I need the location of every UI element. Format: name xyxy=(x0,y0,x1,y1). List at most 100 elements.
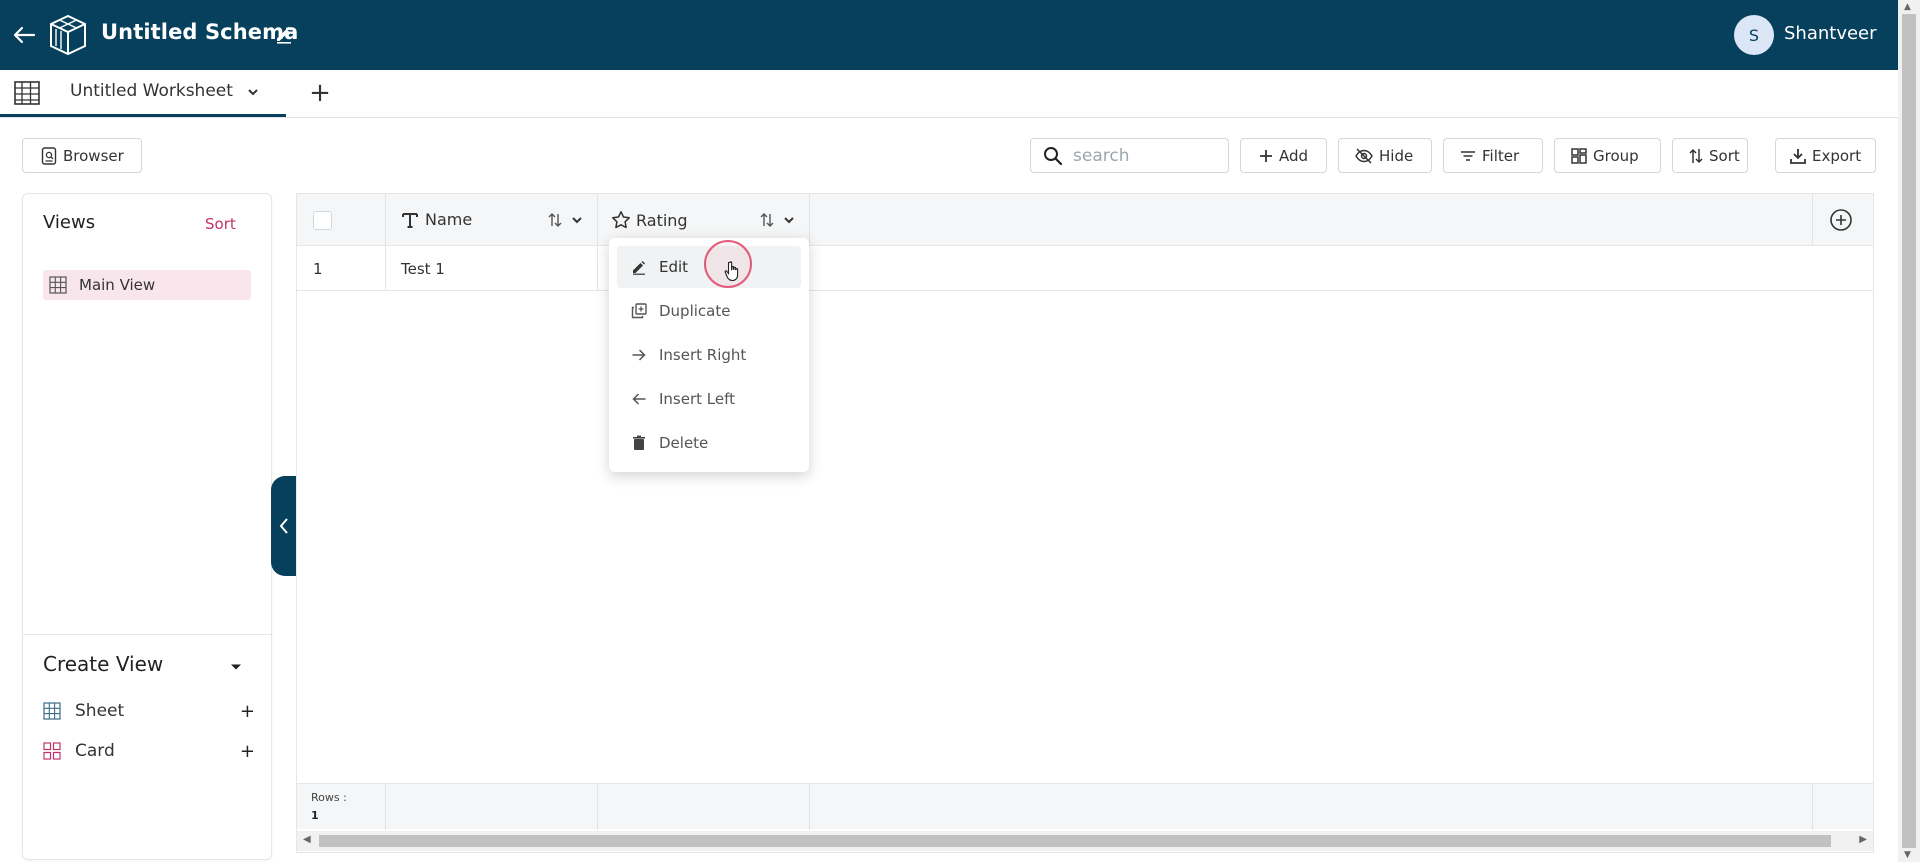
rows-count-label: Rows : xyxy=(311,791,347,804)
create-sheet-label: Sheet xyxy=(75,701,125,721)
browser-button-label: Browser xyxy=(63,146,124,165)
browser-button[interactable]: Browser xyxy=(22,138,142,173)
menu-item-insert-right[interactable]: Insert Right xyxy=(617,334,801,376)
arrow-left-icon xyxy=(632,393,646,405)
sort-arrows-icon xyxy=(1689,148,1703,163)
menu-item-duplicate[interactable]: Duplicate xyxy=(617,290,801,332)
add-button[interactable]: Add xyxy=(1240,138,1327,173)
user-name[interactable]: Shantveer xyxy=(1784,23,1877,44)
sort-button[interactable]: Sort xyxy=(1672,138,1748,173)
add-button-label: Add xyxy=(1279,146,1309,165)
column-header-name[interactable]: Name xyxy=(401,210,472,229)
worksheet-tab-label: Untitled Worksheet xyxy=(70,81,233,101)
menu-item-delete[interactable]: Delete xyxy=(617,422,801,464)
menu-item-edit[interactable]: Edit xyxy=(617,246,801,288)
view-item-label: Main View xyxy=(79,276,156,294)
schema-cube-logo-icon xyxy=(47,13,89,57)
arrow-right-icon xyxy=(632,349,646,361)
column-context-menu: Edit Duplicate Insert Right Insert Left … xyxy=(609,238,809,472)
rating-chevron-down-icon[interactable] xyxy=(782,213,796,227)
views-title: Views xyxy=(43,212,96,233)
collapse-panel-handle[interactable] xyxy=(271,476,297,576)
worksheet-tab[interactable]: Untitled Worksheet xyxy=(0,70,286,117)
views-divider xyxy=(23,634,271,635)
column-name-label: Name xyxy=(425,210,473,229)
column-divider xyxy=(1812,194,1813,246)
column-rating-label: Rating xyxy=(636,210,688,230)
menu-item-label: Duplicate xyxy=(659,302,731,320)
create-sheet-view[interactable]: Sheet + xyxy=(43,696,255,726)
back-arrow-icon[interactable] xyxy=(8,19,40,51)
rating-sort-arrows-icon[interactable] xyxy=(759,212,775,228)
grid-footer: Rows : 1 xyxy=(297,783,1873,830)
scrollbar-thumb[interactable] xyxy=(1902,14,1916,848)
menu-item-label: Insert Left xyxy=(659,390,736,408)
column-header-rating[interactable]: Rating xyxy=(611,210,688,230)
scroll-down-icon[interactable]: ▼ xyxy=(1904,850,1911,860)
menu-item-label: Delete xyxy=(659,434,709,452)
worksheet-tab-bar: Untitled Worksheet + xyxy=(0,70,1898,118)
add-worksheet-plus-icon[interactable]: + xyxy=(308,78,332,110)
footer-divider xyxy=(1812,784,1813,830)
page-vertical-scrollbar[interactable]: ▲ ▼ xyxy=(1898,0,1920,862)
filter-lines-icon xyxy=(1461,150,1475,161)
eye-off-icon xyxy=(1355,147,1373,164)
create-view-chevron-down-icon[interactable] xyxy=(229,659,243,673)
cards-icon xyxy=(43,742,61,760)
download-icon xyxy=(1790,148,1806,164)
create-card-view[interactable]: Card + xyxy=(43,736,255,766)
sort-button-label: Sort xyxy=(1709,146,1740,165)
export-button[interactable]: Export xyxy=(1775,138,1876,173)
plus-icon xyxy=(1260,149,1272,162)
scroll-up-icon[interactable]: ▲ xyxy=(1904,2,1911,12)
view-item-main-view[interactable]: Main View xyxy=(43,270,251,300)
duplicate-icon xyxy=(631,303,647,319)
grid-horizontal-scrollbar[interactable]: ◀ ▶ xyxy=(297,831,1873,851)
add-card-plus-icon[interactable]: + xyxy=(240,741,255,762)
hide-button-label: Hide xyxy=(1379,146,1414,165)
filter-button-label: Filter xyxy=(1482,146,1520,165)
scroll-right-icon[interactable]: ▶ xyxy=(1859,834,1867,845)
hide-button[interactable]: Hide xyxy=(1338,138,1432,173)
menu-item-insert-left[interactable]: Insert Left xyxy=(617,378,801,420)
add-column-plus-circle-icon[interactable] xyxy=(1829,208,1853,232)
text-type-icon xyxy=(402,212,418,228)
tab-chevron-down-icon[interactable] xyxy=(246,84,260,98)
group-button[interactable]: Group xyxy=(1554,138,1661,173)
grid-icon xyxy=(43,702,61,720)
create-view-title: Create View xyxy=(43,652,164,676)
user-avatar[interactable]: S xyxy=(1734,15,1774,55)
scroll-left-icon[interactable]: ◀ xyxy=(303,834,311,845)
table-row[interactable]: 1 Test 1 xyxy=(297,246,1873,291)
pencil-icon xyxy=(633,261,645,275)
footer-divider xyxy=(385,784,386,830)
schema-title: Untitled Schema xyxy=(101,20,299,44)
data-grid: Name Rating 1 Test 1 Rows : 1 ◀ ▶ xyxy=(296,193,1874,853)
scrollbar-thumb[interactable] xyxy=(319,835,1831,847)
add-sheet-plus-icon[interactable]: + xyxy=(240,701,255,722)
cell-name[interactable]: Test 1 xyxy=(401,260,445,278)
row-number: 1 xyxy=(313,260,323,278)
column-divider xyxy=(809,194,810,246)
trash-icon xyxy=(633,435,645,450)
name-chevron-down-icon[interactable] xyxy=(570,213,584,227)
menu-item-label: Edit xyxy=(659,258,689,276)
table-grid-icon xyxy=(14,81,40,105)
app-header: Untitled Schema S Shantveer xyxy=(0,0,1898,70)
footer-divider xyxy=(809,784,810,830)
select-all-checkbox[interactable] xyxy=(313,211,332,230)
footer-divider xyxy=(597,784,598,830)
grid-icon xyxy=(49,276,67,294)
search-input[interactable]: search xyxy=(1030,138,1229,173)
name-sort-arrows-icon[interactable] xyxy=(547,212,563,228)
filter-button[interactable]: Filter xyxy=(1443,138,1543,173)
group-button-label: Group xyxy=(1593,146,1639,165)
grid-header-row: Name Rating xyxy=(297,194,1873,246)
browser-icon xyxy=(41,146,57,165)
create-card-label: Card xyxy=(75,741,115,761)
export-button-label: Export xyxy=(1812,146,1862,165)
search-icon xyxy=(1044,146,1063,165)
edit-title-pencil-icon[interactable] xyxy=(274,24,294,44)
group-icon xyxy=(1571,147,1587,164)
views-sort-link[interactable]: Sort xyxy=(205,215,236,233)
